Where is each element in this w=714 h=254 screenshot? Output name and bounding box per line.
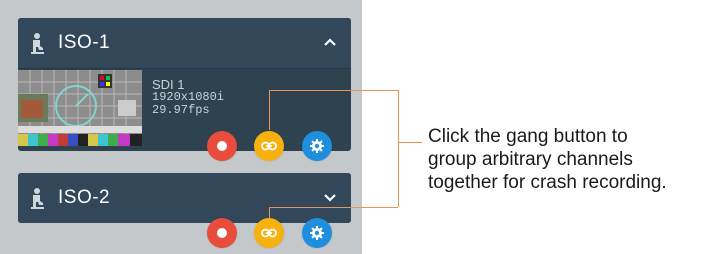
channel-header-iso-1[interactable]: ISO-1	[18, 18, 351, 69]
gang-button-iso-1[interactable]	[254, 131, 284, 161]
signal-framerate: 29.97fps	[152, 103, 210, 117]
channel-title: ISO-2	[58, 187, 111, 208]
video-thumbnail	[18, 70, 142, 146]
callout-line	[269, 207, 398, 208]
callout-line	[269, 207, 270, 219]
chevron-up-icon[interactable]	[323, 35, 337, 49]
chevron-down-icon[interactable]	[323, 190, 337, 204]
callout-line-1: Click the gang button to	[428, 126, 628, 147]
callout-line	[398, 90, 399, 207]
record-icon	[217, 228, 227, 238]
record-button-iso-1[interactable]	[207, 131, 237, 161]
person-icon	[31, 188, 44, 209]
settings-button-iso-1[interactable]	[302, 131, 332, 161]
link-icon	[261, 141, 277, 151]
channel-title: ISO-1	[58, 32, 111, 53]
callout-text: Click the gang button to group arbitrary…	[428, 125, 714, 194]
channel-header-iso-2[interactable]: ISO-2	[18, 173, 351, 223]
signal-info: SDI 1 1920x1080i 29.97fps	[152, 78, 224, 117]
gear-icon	[310, 139, 324, 153]
settings-button-iso-2[interactable]	[302, 218, 332, 248]
link-icon	[261, 228, 277, 238]
person-icon	[31, 33, 44, 54]
callout-line-2: group arbitrary channels	[428, 149, 633, 170]
callout-line	[269, 90, 398, 91]
callout-line	[398, 142, 422, 143]
record-button-iso-2[interactable]	[207, 218, 237, 248]
record-icon	[217, 141, 227, 151]
callout-line	[269, 90, 270, 130]
gang-button-iso-2[interactable]	[254, 218, 284, 248]
channel-card-iso-2: ISO-2	[18, 173, 351, 223]
channel-card-iso-1: ISO-1 SDI 1 1920x1080i 29.97fps	[18, 18, 351, 151]
channel-panel: ISO-1 SDI 1 1920x1080i 29.97fps ISO-2	[0, 0, 362, 254]
callout-line-3: together for crash recording.	[428, 172, 667, 193]
gear-icon	[310, 226, 324, 240]
